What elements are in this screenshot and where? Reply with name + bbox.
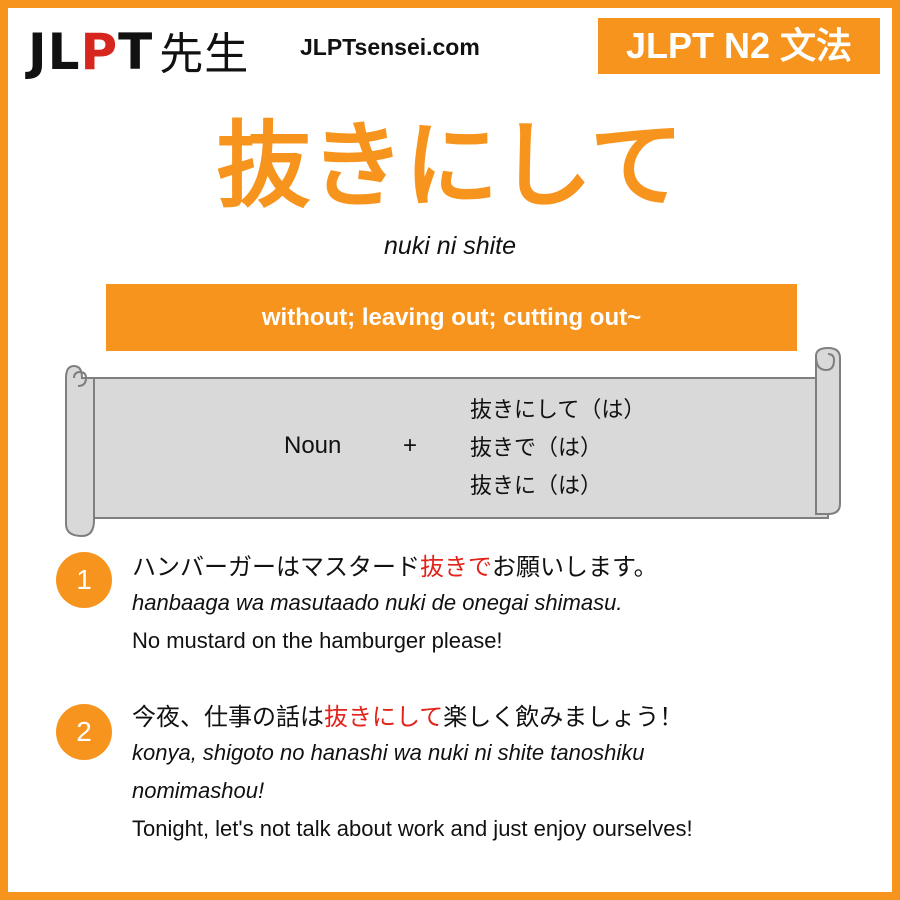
example-english: No mustard on the hamburger please! bbox=[132, 628, 503, 653]
example-2: 今夜、仕事の話は抜きにして楽しく飲みましょう！ konya, shigoto n… bbox=[132, 700, 693, 848]
example-romaji: hanbaaga wa masutaado nuki de onegai shi… bbox=[132, 590, 623, 615]
formation-form: 抜きで（は） bbox=[470, 436, 603, 461]
grammar-romaji: nuki ni shite bbox=[383, 232, 517, 260]
formation-form: 抜きに（は） bbox=[470, 474, 603, 499]
formation-scroll bbox=[65, 346, 841, 538]
example-highlight: 抜きにして bbox=[324, 703, 444, 731]
example-1: ハンバーガーはマスタード抜きでお願いします。 hanbaaga wa masut… bbox=[132, 550, 658, 660]
formation-plus: + bbox=[403, 432, 418, 459]
formation-forms: 抜きにして（は） 抜きで（は） 抜きに（は） bbox=[470, 392, 645, 506]
example-number-badge: 1 bbox=[56, 552, 112, 608]
example-highlight: 抜きで bbox=[420, 553, 492, 581]
grammar-title: 抜きにして bbox=[216, 112, 684, 221]
jlpt-sensei-logo[interactable]: JLPT 先生 bbox=[28, 22, 249, 85]
example-english: Tonight, let's not talk about work and j… bbox=[132, 816, 693, 841]
example-romaji: nomimashou! bbox=[132, 778, 265, 803]
example-romaji: konya, shigoto no hanashi wa nuki ni shi… bbox=[132, 740, 645, 765]
grammar-meaning-banner: without; leaving out; cutting out~ bbox=[106, 284, 797, 351]
logo-jlpt-text: JLPT bbox=[28, 23, 154, 81]
example-japanese: ハンバーガーはマスタード抜きでお願いします。 bbox=[132, 553, 658, 581]
logo-sensei-text: 先生 bbox=[159, 29, 250, 80]
example-japanese: 今夜、仕事の話は抜きにして楽しく飲みましょう！ bbox=[132, 703, 684, 731]
formation-noun: Noun bbox=[284, 432, 342, 459]
example-number-badge: 2 bbox=[56, 704, 112, 760]
level-badge: JLPT N2 文法 bbox=[598, 18, 880, 74]
formation-form: 抜きにして（は） bbox=[470, 398, 646, 423]
site-url[interactable]: JLPTsensei.com bbox=[300, 34, 480, 61]
